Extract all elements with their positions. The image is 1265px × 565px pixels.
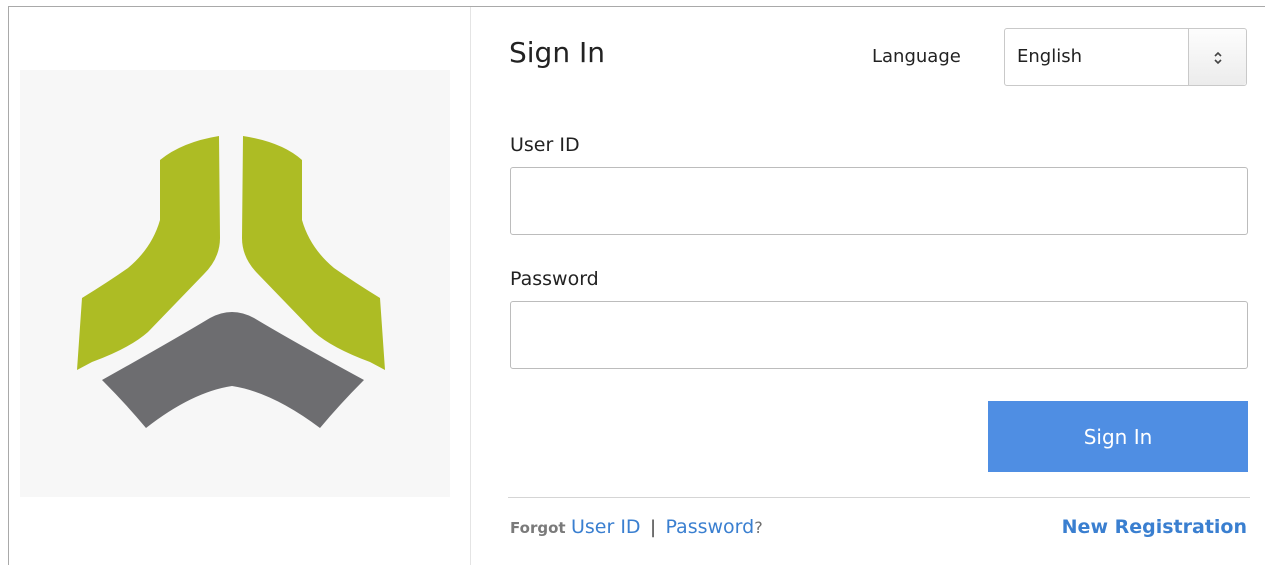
language-selected-value: English: [1017, 46, 1082, 67]
question-mark: ?: [754, 518, 763, 537]
logo-panel: [20, 70, 450, 497]
language-select[interactable]: English: [1004, 28, 1247, 86]
brand-logo-icon: [77, 136, 385, 428]
footer-divider: [508, 497, 1250, 498]
password-input[interactable]: [510, 301, 1248, 369]
user-id-input[interactable]: [510, 167, 1248, 235]
forgot-credentials: Forgot User ID | Password?: [510, 514, 763, 541]
page-title: Sign In: [509, 36, 605, 69]
link-separator: |: [649, 517, 657, 538]
forgot-password-link[interactable]: Password: [665, 516, 754, 538]
language-label: Language: [872, 46, 961, 67]
new-registration-link[interactable]: New Registration: [1062, 514, 1247, 540]
language-select-arrows[interactable]: [1188, 29, 1246, 85]
panel-divider: [470, 7, 471, 565]
forgot-user-id-link[interactable]: User ID: [571, 516, 641, 538]
sign-in-button[interactable]: Sign In: [988, 401, 1248, 472]
password-label: Password: [510, 268, 599, 290]
forgot-text: Forgot: [510, 519, 566, 537]
up-down-chevron-icon: [1214, 51, 1222, 65]
user-id-label: User ID: [510, 134, 580, 156]
